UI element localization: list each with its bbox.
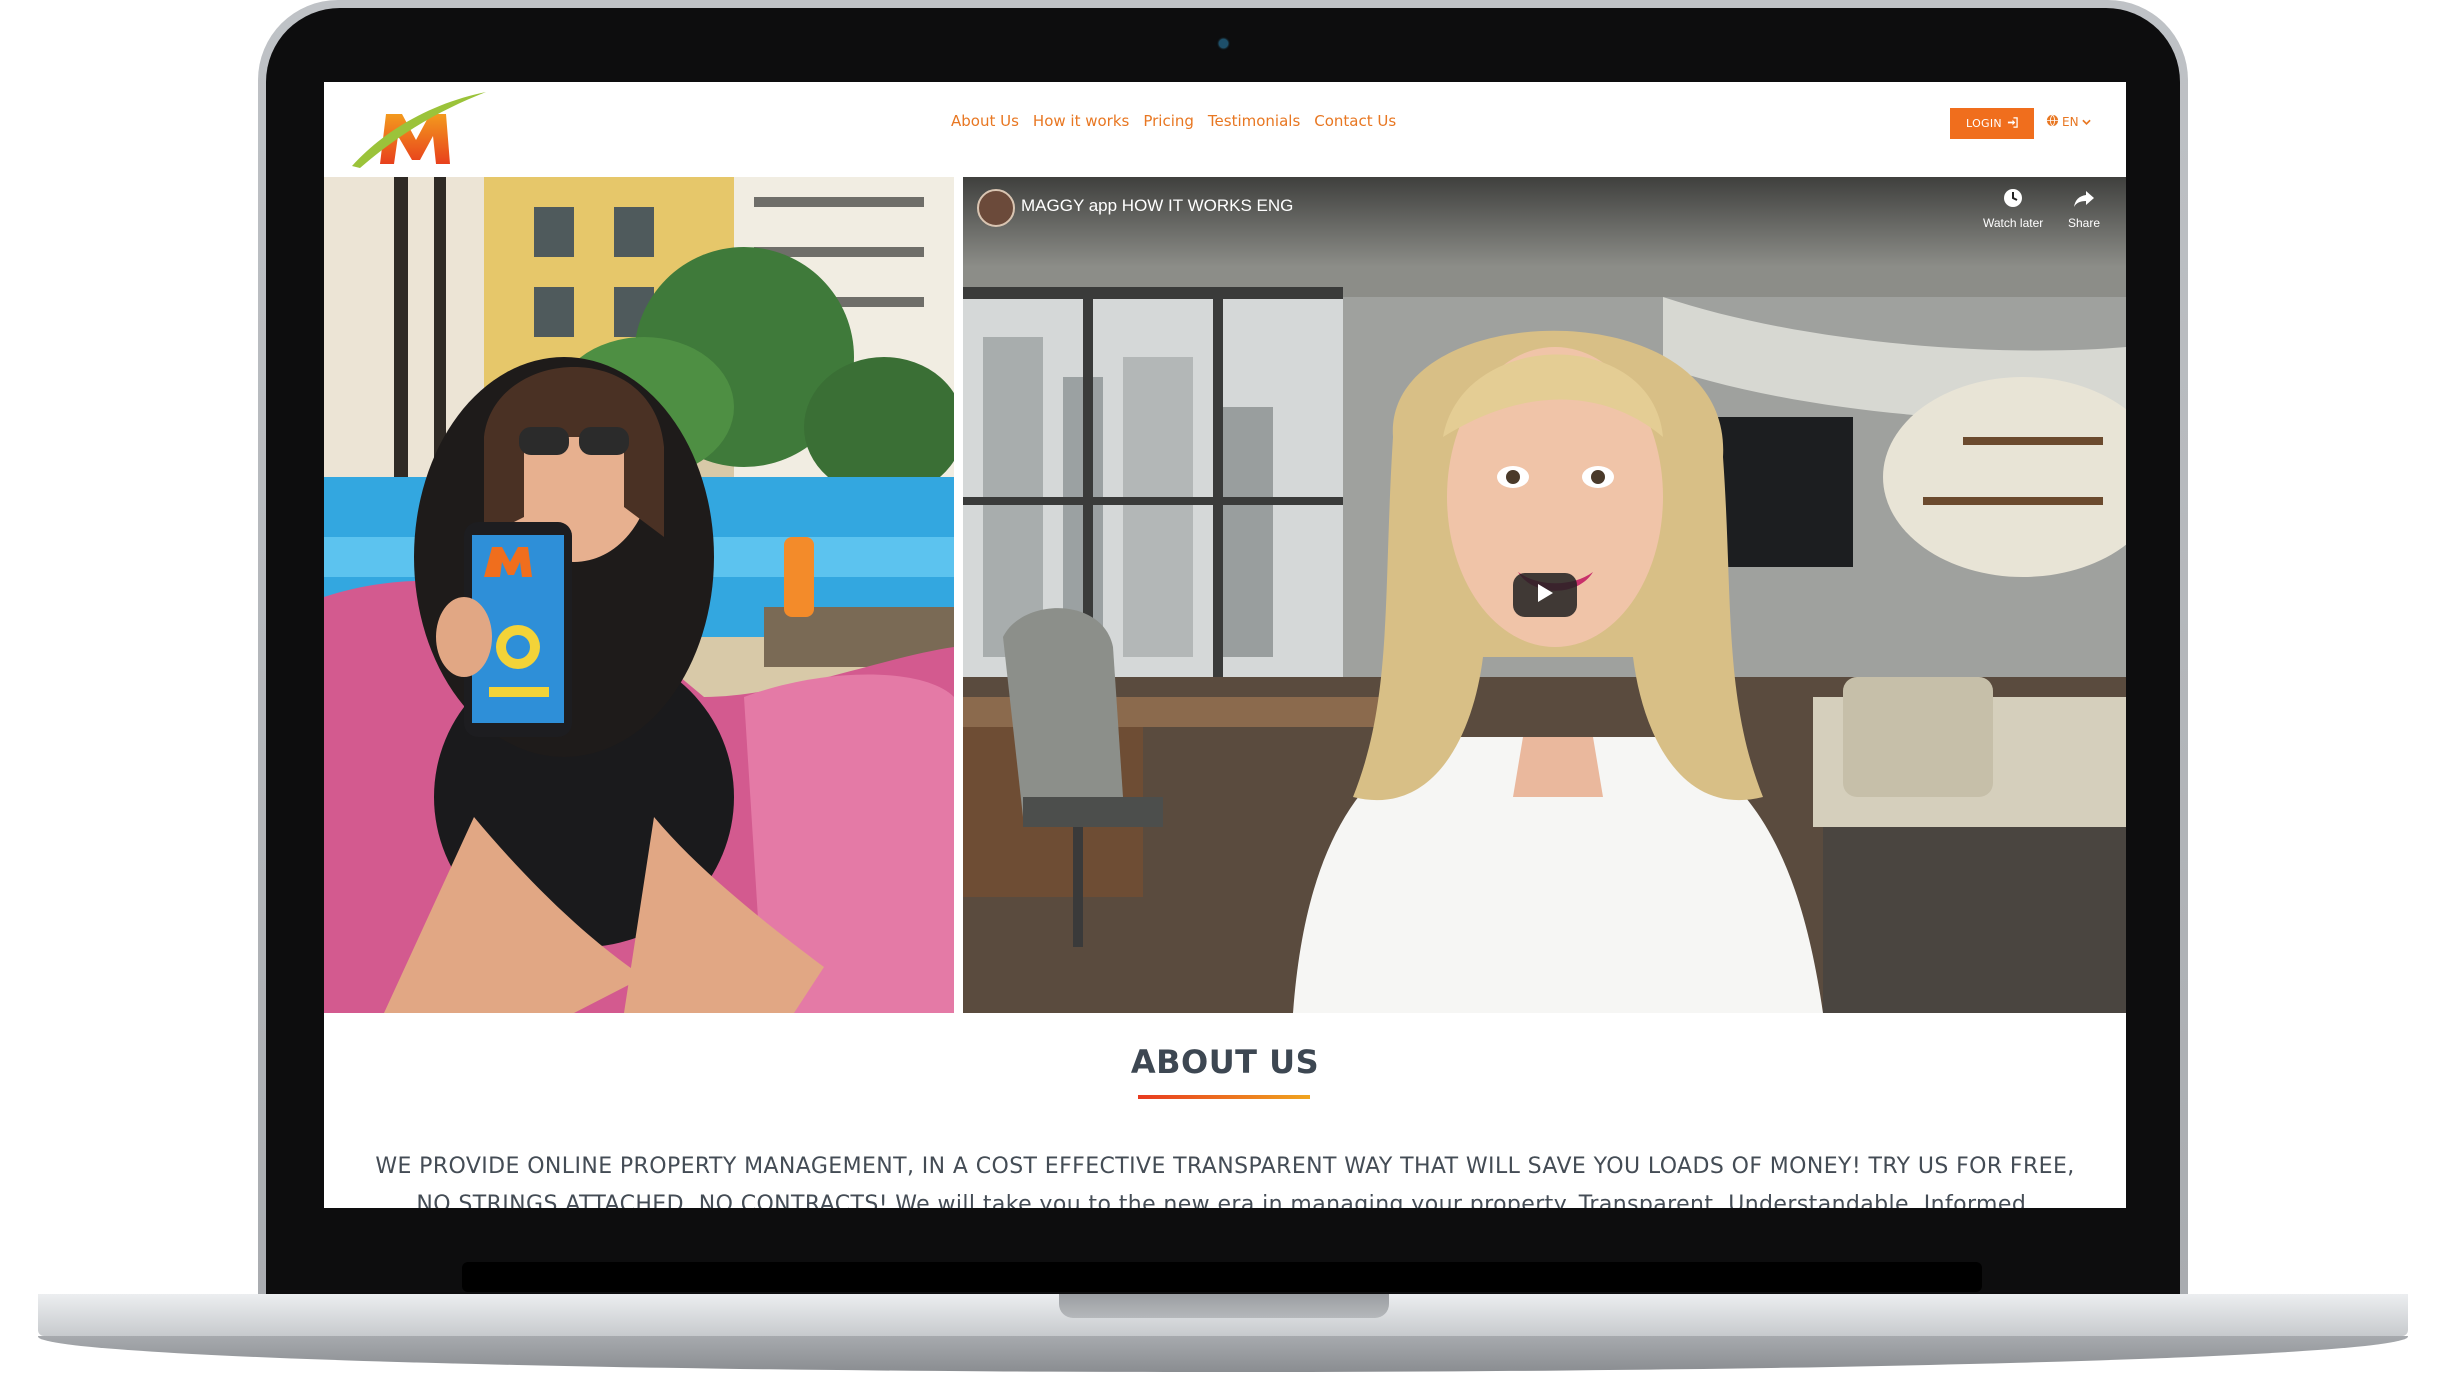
share-label: Share <box>2068 216 2101 230</box>
site-header: About Us How it works Pricing Testimonia… <box>324 82 2126 177</box>
nav-testimonials[interactable]: Testimonials <box>1208 112 1300 130</box>
language-label: EN <box>2062 115 2079 129</box>
share-button[interactable]: Share <box>2068 187 2100 230</box>
video-player[interactable]: MAGGY app HOW IT WORKS ENG Watch later S… <box>963 177 2126 1013</box>
about-text: WE PROVIDE ONLINE PROPERTY MANAGEMENT, I… <box>375 1154 2075 1208</box>
share-arrow-icon <box>2073 187 2095 212</box>
sign-in-icon <box>2007 116 2018 131</box>
watch-later-label: Watch later <box>1983 216 2044 230</box>
nav-pricing[interactable]: Pricing <box>1143 112 1194 130</box>
website-screen: About Us How it works Pricing Testimonia… <box>324 82 2126 1208</box>
video-title[interactable]: MAGGY app HOW IT WORKS ENG <box>1021 196 1293 216</box>
language-selector[interactable]: EN <box>2046 114 2091 130</box>
play-button[interactable] <box>1513 573 1577 617</box>
laptop-notch <box>1059 1294 1389 1318</box>
nav-how-it-works[interactable]: How it works <box>1033 112 1129 130</box>
login-button[interactable]: LOGIN <box>1950 108 2034 139</box>
nav-contact-us[interactable]: Contact Us <box>1314 112 1396 130</box>
heading-underline <box>1138 1095 1310 1099</box>
about-heading: ABOUT US <box>1130 1043 1320 1081</box>
clock-icon <box>2002 187 2024 212</box>
chevron-down-icon <box>2081 115 2091 129</box>
video-title-bar <box>963 177 2126 267</box>
watch-later-button[interactable]: Watch later <box>1983 187 2043 230</box>
channel-avatar[interactable] <box>977 189 1015 227</box>
brand-logo[interactable] <box>346 88 486 172</box>
bezel-bottom-strip <box>462 1262 1982 1292</box>
laptop-base-underside <box>38 1336 2408 1372</box>
hero-photo <box>324 177 954 1013</box>
play-icon <box>1536 583 1554 607</box>
hero-section: MAGGY app HOW IT WORKS ENG Watch later S… <box>324 177 2126 1013</box>
main-nav: About Us How it works Pricing Testimonia… <box>951 112 1396 130</box>
nav-about-us[interactable]: About Us <box>951 112 1019 130</box>
login-label: LOGIN <box>1966 117 2002 130</box>
webcam <box>1219 39 1228 48</box>
globe-icon <box>2046 114 2059 130</box>
about-section: ABOUT US WE PROVIDE ONLINE PROPERTY MANA… <box>324 1013 2126 1208</box>
